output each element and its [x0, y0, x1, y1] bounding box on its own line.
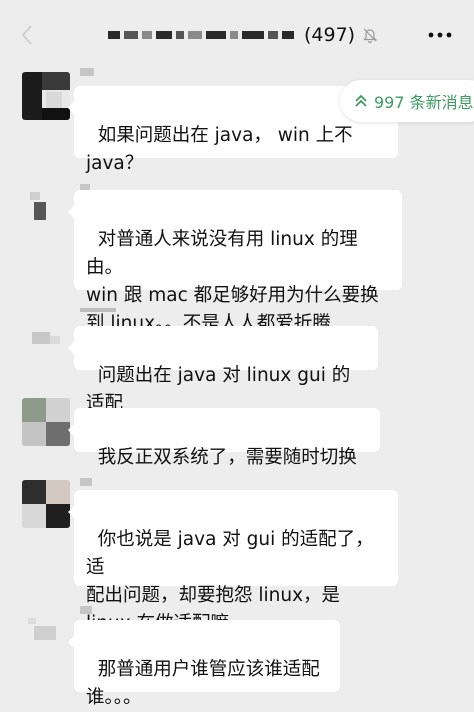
avatar[interactable]	[22, 480, 70, 528]
avatar[interactable]	[22, 186, 70, 234]
member-count: (497)	[304, 24, 356, 46]
avatar[interactable]	[22, 72, 70, 120]
avatar[interactable]	[22, 314, 70, 362]
avatar[interactable]	[22, 608, 70, 656]
message-text: 你也说是 java 对 gui 的适配了，适 配出问题，却要抱怨 linux，是…	[86, 529, 374, 634]
chat-title[interactable]: (497)	[108, 22, 379, 48]
chat-header: (497)	[0, 0, 474, 66]
message-bubble[interactable]: 我反正双系统了，需要随时切换	[68, 408, 380, 468]
message-text: 我反正双系统了，需要随时切换	[97, 447, 357, 468]
message-bubble[interactable]: 问题出在 java 对 linux gui 的适配	[68, 326, 378, 414]
message-text: 问题出在 java 对 linux gui 的适配	[86, 365, 351, 414]
message-bubble[interactable]: 那普通用户谁管应该谁适配 谁。。。	[68, 620, 340, 708]
sender-name	[80, 308, 116, 316]
message-bubble[interactable]: 对普通人来说没有用 linux 的理由。 win 跟 mac 都足够好用为什么要…	[68, 190, 402, 334]
group-name-redacted	[108, 31, 294, 39]
message-bubble[interactable]: 你也说是 java 对 gui 的适配了，适 配出问题，却要抱怨 linux，是…	[68, 490, 398, 634]
sender-name-redacted	[80, 478, 92, 486]
sender-name-redacted	[80, 68, 94, 76]
more-button[interactable]	[426, 23, 454, 47]
chevron-left-icon	[21, 25, 32, 45]
avatar[interactable]	[22, 398, 70, 446]
message-text: 如果问题出在 java， win 上不 java？	[86, 125, 353, 174]
double-chevron-up-icon	[354, 94, 368, 108]
new-messages-button[interactable]: 997 条新消息	[340, 80, 474, 122]
new-messages-label: 997 条新消息	[374, 93, 474, 112]
more-dots-icon	[428, 32, 452, 38]
message-text: 对普通人来说没有用 linux 的理由。 win 跟 mac 都足够好用为什么要…	[86, 229, 379, 334]
bell-off-icon	[361, 26, 379, 44]
message-text: 那普通用户谁管应该谁适配 谁。。。	[86, 659, 320, 708]
sender-name-redacted	[80, 606, 92, 614]
back-button[interactable]	[14, 22, 40, 48]
